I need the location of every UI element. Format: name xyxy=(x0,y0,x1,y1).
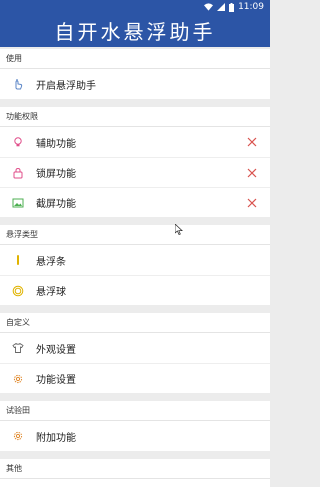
section-header-float-type: 悬浮类型 xyxy=(0,225,270,245)
status-time: 11:09 xyxy=(238,2,264,12)
item-appearance-settings[interactable]: 外观设置 xyxy=(0,333,270,363)
item-screenshot[interactable]: 截屏功能 xyxy=(0,187,270,217)
gear-icon xyxy=(12,430,24,442)
status-bar: 11:09 xyxy=(0,0,270,14)
close-icon[interactable] xyxy=(246,167,258,179)
wifi-icon xyxy=(204,3,214,11)
item-label: 截屏功能 xyxy=(36,199,76,210)
item-enable-assistant[interactable]: 开启悬浮助手 xyxy=(0,69,270,99)
section-gap xyxy=(0,451,270,459)
section-gap xyxy=(0,99,270,107)
lock-icon xyxy=(12,167,24,179)
close-icon[interactable] xyxy=(246,136,258,148)
battery-icon xyxy=(229,2,235,12)
section-header-usage: 使用 xyxy=(0,49,270,69)
item-accessibility[interactable]: 辅助功能 xyxy=(0,127,270,157)
section-header-customize: 自定义 xyxy=(0,313,270,333)
section-gap xyxy=(0,217,270,225)
section-header-permissions: 功能权限 xyxy=(0,107,270,127)
image-icon xyxy=(12,197,24,209)
hand-pointer-icon xyxy=(12,78,24,90)
close-icon[interactable] xyxy=(246,197,258,209)
item-function-settings[interactable]: 功能设置 xyxy=(0,363,270,393)
section-header-other: 其他 xyxy=(0,459,270,479)
app-title: 自开水悬浮助手 xyxy=(54,20,216,44)
section-header-experimental: 试验田 xyxy=(0,401,270,421)
section-gap xyxy=(0,393,270,401)
item-label: 开启悬浮助手 xyxy=(36,80,96,92)
mouse-cursor-icon xyxy=(175,224,183,235)
item-label: 辅助功能 xyxy=(36,138,76,150)
item-label: 外观设置 xyxy=(36,344,76,356)
item-extra-functions[interactable]: 附加功能 xyxy=(0,421,270,451)
settings-list: 使用 开启悬浮助手 功能权限 辅助功能 锁屏功能 截屏功能 悬浮类型 悬浮条 悬… xyxy=(0,49,270,487)
section-gap xyxy=(0,305,270,313)
gear-icon xyxy=(12,373,24,385)
item-label: 悬浮球 xyxy=(36,287,66,298)
item-label: 锁屏功能 xyxy=(36,169,76,180)
item-label: 附加功能 xyxy=(36,432,76,444)
bar-icon xyxy=(12,254,24,266)
signal-icon xyxy=(217,3,226,11)
item-label: 悬浮条 xyxy=(36,256,66,268)
item-lock-screen[interactable]: 锁屏功能 xyxy=(0,157,270,187)
item-partial xyxy=(0,479,270,487)
item-float-bar[interactable]: 悬浮条 xyxy=(0,245,270,275)
shirt-icon xyxy=(12,342,24,354)
app-bar: 自开水悬浮助手 xyxy=(0,14,270,47)
item-float-ball[interactable]: 悬浮球 xyxy=(0,275,270,305)
lightbulb-icon xyxy=(12,136,24,148)
item-label: 功能设置 xyxy=(36,375,76,386)
ball-icon xyxy=(12,285,24,297)
